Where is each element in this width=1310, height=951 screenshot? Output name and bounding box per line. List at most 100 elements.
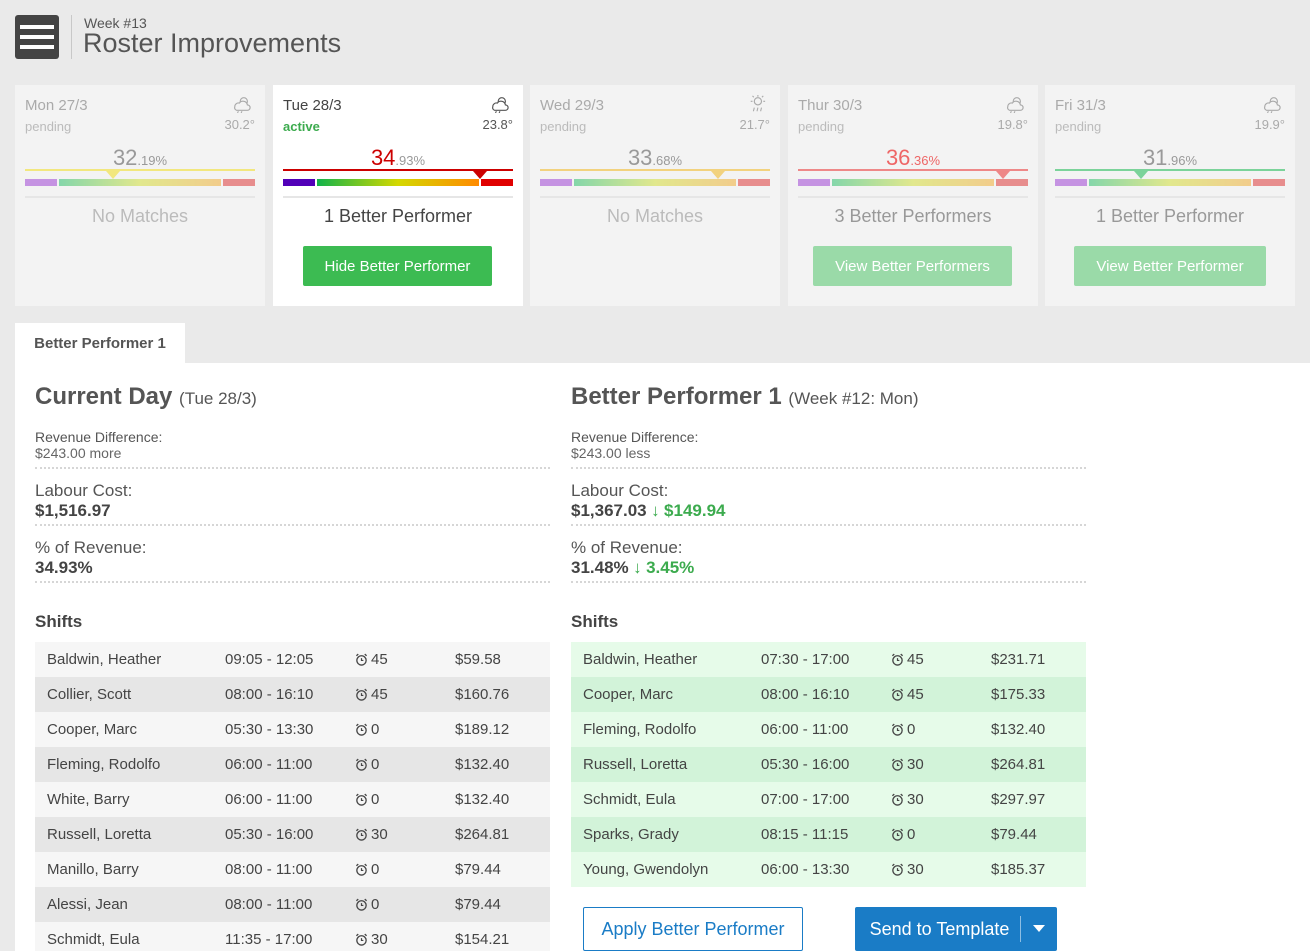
shift-time: 11:35 - 17:00 — [225, 931, 313, 948]
day-card-wed[interactable]: Wed 29/3 pending 21.7° 33.68% No Matches — [530, 85, 780, 306]
shift-break: 30 — [891, 861, 991, 878]
shift-cost: $264.81 — [991, 756, 1046, 773]
shift-list: Baldwin, Heather 09:05 - 12:05 45 $59.58 Col… — [35, 642, 550, 951]
alarm-clock-icon — [891, 653, 904, 666]
shift-employee: Sparks, Grady — [583, 826, 679, 843]
labour-cost: Labour Cost: $1,367.03 ↓ $149.94 — [571, 481, 1086, 526]
shift-cost: $189.12 — [455, 721, 510, 738]
temperature: 21.7° — [739, 117, 770, 132]
alarm-clock-icon — [355, 723, 368, 736]
better-performer-heading: Better Performer 1 (Week #12: Mon) — [571, 383, 919, 410]
shift-row: Russell, Loretta 05:30 - 16:00 30 $264.81 — [35, 817, 550, 852]
alarm-clock-icon — [355, 688, 368, 701]
shift-row: Schmidt, Eula 07:00 - 17:00 30 $297.97 — [571, 782, 1086, 817]
shift-row: Cooper, Marc 05:30 - 13:30 0 $189.12 — [35, 712, 550, 747]
shift-time: 08:00 - 11:00 — [225, 896, 313, 913]
alarm-clock-icon — [355, 758, 368, 771]
range-bar — [1055, 179, 1285, 186]
shift-time: 08:15 - 11:15 — [761, 826, 849, 843]
temperature: 30.2° — [224, 117, 255, 132]
shift-time: 09:05 - 12:05 — [225, 651, 314, 668]
menu-icon[interactable] — [15, 15, 59, 59]
shift-employee: Cooper, Marc — [47, 721, 138, 738]
range-bar — [540, 179, 770, 186]
shift-employee: Collier, Scott — [47, 686, 132, 703]
caret-down-icon[interactable] — [1021, 925, 1057, 933]
shift-cost: $79.44 — [991, 826, 1037, 843]
shift-time: 06:00 - 11:00 — [761, 721, 849, 738]
day-status: pending — [1055, 119, 1102, 134]
shift-break: 0 — [355, 756, 455, 773]
header-divider — [71, 15, 72, 59]
shift-cost: $175.33 — [991, 686, 1046, 703]
match-summary: 3 Better Performers — [834, 206, 992, 226]
shifts-heading: Shifts — [35, 612, 83, 631]
day-status: pending — [798, 119, 845, 134]
send-to-template-button[interactable]: Send to Template — [855, 907, 1057, 951]
labour-percent: 34.93% — [370, 145, 426, 170]
shift-row: Russell, Loretta 05:30 - 16:00 30 $264.81 — [571, 747, 1086, 782]
shift-cost: $154.21 — [455, 931, 510, 948]
indicator-line — [25, 169, 255, 171]
match-summary: 1 Better Performer — [1095, 206, 1245, 226]
indicator-marker — [106, 171, 120, 179]
shift-time: 08:00 - 16:10 — [225, 686, 314, 703]
shift-cost: $132.40 — [991, 721, 1046, 738]
shift-cost: $59.58 — [455, 651, 501, 668]
shift-break: 30 — [891, 791, 991, 808]
revenue-difference: Revenue Difference: $243.00 more — [35, 429, 550, 469]
shift-row: Schmidt, Eula 11:35 - 17:00 30 $154.21 — [35, 922, 550, 951]
day-card-mon[interactable]: Mon 27/3 pending 30.2° 32.19% No Matches — [15, 85, 265, 306]
day-name: Mon 27/3 — [25, 97, 88, 114]
match-summary: No Matches — [91, 206, 189, 226]
alarm-clock-icon — [891, 758, 904, 771]
cloud-sun-rain-icon — [1264, 97, 1281, 113]
shift-employee: Manillo, Barry — [47, 861, 139, 878]
range-bar — [283, 179, 513, 186]
shift-employee: Alessi, Jean — [47, 896, 128, 913]
shift-break: 30 — [355, 826, 455, 843]
card-divider — [798, 196, 1028, 198]
labour-percent: 32.19% — [112, 145, 168, 170]
day-card-tue[interactable]: Tue 28/3 active 23.8° 34.93% 1 Better Pe… — [273, 85, 523, 306]
shift-employee: Cooper, Marc — [583, 686, 674, 703]
indicator-marker — [473, 171, 487, 179]
alarm-clock-icon — [355, 898, 368, 911]
match-summary: No Matches — [606, 206, 704, 226]
shift-time: 05:30 - 16:00 — [761, 756, 850, 773]
shift-break: 30 — [355, 931, 455, 948]
percent-of-revenue: % of Revenue: 31.48% ↓ 3.45% — [571, 538, 1086, 583]
card-divider — [1055, 196, 1285, 198]
range-bar — [25, 179, 255, 186]
shift-time: 06:00 - 13:30 — [761, 861, 850, 878]
shift-row: White, Barry 06:00 - 11:00 0 $132.40 — [35, 782, 550, 817]
sun-rain-icon — [750, 95, 766, 112]
alarm-clock-icon — [891, 793, 904, 806]
indicator-line — [798, 169, 1028, 171]
tab-better-performer-1[interactable]: Better Performer 1 — [15, 323, 185, 363]
shift-time: 08:00 - 11:00 — [225, 861, 313, 878]
shift-employee: Russell, Loretta — [583, 756, 688, 773]
hide-better-performer-button[interactable]: Hide Better Performer — [303, 246, 492, 286]
apply-better-performer-button[interactable]: Apply Better Performer — [583, 907, 803, 951]
day-card-thur[interactable]: Thur 30/3 pending 19.8° 36.36% 3 Better … — [788, 85, 1038, 306]
alarm-clock-icon — [891, 863, 904, 876]
day-name: Wed 29/3 — [540, 97, 604, 114]
shift-break: 45 — [355, 651, 455, 668]
labour-cost: Labour Cost: $1,516.97 — [35, 481, 550, 526]
shift-row: Collier, Scott 08:00 - 16:10 45 $160.76 — [35, 677, 550, 712]
day-status: pending — [540, 119, 587, 134]
shift-employee: Baldwin, Heather — [583, 651, 698, 668]
view-better-performers-button[interactable]: View Better Performers — [813, 246, 1012, 286]
send-to-template-label[interactable]: Send to Template — [855, 919, 1020, 940]
view-better-performer-button[interactable]: View Better Performer — [1074, 246, 1266, 286]
revenue-difference: Revenue Difference: $243.00 less — [571, 429, 1086, 469]
shift-cost: $132.40 — [455, 791, 510, 808]
day-card-fri[interactable]: Fri 31/3 pending 19.9° 31.96% 1 Better P… — [1045, 85, 1295, 306]
shift-break: 45 — [355, 686, 455, 703]
shift-cost: $132.40 — [455, 756, 510, 773]
shift-row: Manillo, Barry 08:00 - 11:00 0 $79.44 — [35, 852, 550, 887]
shift-time: 06:00 - 11:00 — [225, 791, 313, 808]
shift-cost: $79.44 — [455, 896, 501, 913]
shift-break: 0 — [355, 861, 455, 878]
